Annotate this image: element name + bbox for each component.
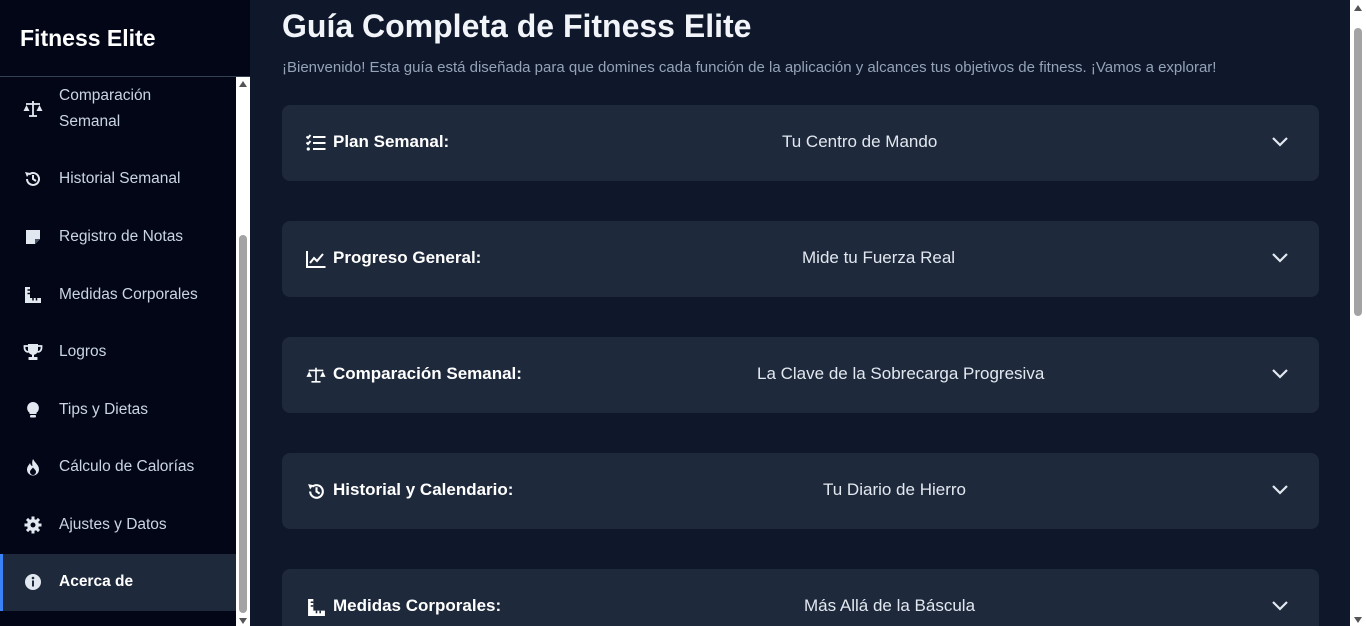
brand-header: Fitness Elite (0, 0, 250, 77)
gear-icon (23, 515, 43, 535)
sidebar-item-acerca-de[interactable]: Acerca de (0, 554, 236, 611)
lightbulb-icon (23, 400, 43, 420)
fire-icon (23, 457, 43, 477)
scale-icon (306, 365, 326, 385)
accordion-subtitle: Mide tu Fuerza Real (802, 248, 956, 267)
accordion-title: Medidas Corporales: (333, 596, 502, 615)
sidebar-item-label: Cálculo de Calorías (59, 458, 195, 475)
chart-line-icon (306, 249, 326, 269)
app-title: Fitness Elite (20, 24, 156, 51)
sidebar-scrollbar-thumb[interactable] (239, 235, 247, 613)
sidebar-item-calculo-calorias[interactable]: Cálculo de Calorías (0, 447, 236, 487)
scroll-down-arrow-icon[interactable] (1354, 617, 1362, 623)
chevron-down-icon[interactable] (1271, 251, 1289, 265)
scale-icon (23, 99, 43, 119)
chevron-down-icon[interactable] (1271, 367, 1289, 381)
accordion-medidas-corporales[interactable]: Medidas Corporales: Más Allá de la Báscu… (282, 569, 1319, 626)
sidebar-item-comparacion-semanal[interactable]: Comparación Semanal (0, 77, 236, 141)
sidebar-item-medidas-corporales[interactable]: Medidas Corporales (0, 275, 236, 315)
accordion-historial-calendario[interactable]: Historial y Calendario: Tu Diario de Hie… (282, 453, 1319, 529)
page-scrollbar-thumb[interactable] (1354, 28, 1362, 316)
sidebar-item-label: Acerca de (59, 573, 134, 590)
ruler-icon (23, 285, 43, 305)
sidebar-item-label: Logros (59, 343, 107, 360)
page-title: Guía Completa de Fitness Elite (282, 8, 752, 44)
accordion-plan-semanal[interactable]: Plan Semanal: Tu Centro de Mando (282, 105, 1319, 181)
sidebar-item-label: Comparación Semanal (59, 87, 152, 130)
scroll-down-arrow-icon[interactable] (239, 618, 247, 624)
sidebar-scrollbar[interactable] (236, 77, 250, 626)
chevron-down-icon[interactable] (1271, 135, 1289, 149)
scroll-up-arrow-icon[interactable] (1354, 5, 1362, 11)
sidebar-item-label: Medidas Corporales (59, 286, 198, 303)
accordion-subtitle: Tu Centro de Mando (782, 132, 938, 151)
info-icon (23, 572, 43, 592)
chevron-down-icon[interactable] (1271, 483, 1289, 497)
sidebar-item-ajustes-datos[interactable]: Ajustes y Datos (0, 505, 236, 545)
sidebar-item-label: Tips y Dietas (59, 401, 149, 418)
accordion-progreso-general[interactable]: Progreso General: Mide tu Fuerza Real (282, 221, 1319, 297)
ruler-icon (306, 597, 326, 617)
accordion-comparacion-semanal[interactable]: Comparación Semanal: La Clave de la Sobr… (282, 337, 1319, 413)
sidebar-item-label: Ajustes y Datos (59, 516, 167, 533)
accordion-subtitle: Más Allá de la Báscula (804, 596, 976, 615)
sidebar-item-tips-dietas[interactable]: Tips y Dietas (0, 390, 236, 430)
accordion-title: Plan Semanal: (333, 132, 450, 151)
accordion-title: Historial y Calendario: (333, 480, 514, 499)
intro-text: ¡Bienvenido! Esta guía está diseñada par… (282, 59, 1217, 76)
accordion-subtitle: Tu Diario de Hierro (823, 480, 966, 499)
sidebar-item-label: Historial Semanal (59, 170, 181, 187)
sidebar-item-logros[interactable]: Logros (0, 332, 236, 372)
note-icon (23, 227, 43, 247)
accordion-title: Progreso General: (333, 248, 482, 267)
page-scrollbar[interactable] (1350, 0, 1366, 626)
list-check-icon (306, 132, 326, 152)
sidebar: Fitness Elite Comparación Semanal Histor… (0, 0, 250, 626)
history-icon (23, 169, 43, 189)
sidebar-nav: Comparación Semanal Historial Semanal Re… (0, 77, 236, 626)
main-content: Guía Completa de Fitness Elite ¡Bienveni… (250, 0, 1350, 626)
scroll-up-arrow-icon[interactable] (239, 81, 247, 87)
accordion-title: Comparación Semanal: (333, 364, 522, 383)
trophy-icon (23, 342, 43, 362)
sidebar-item-registro-notas[interactable]: Registro de Notas (0, 217, 236, 257)
sidebar-item-historial-semanal[interactable]: Historial Semanal (0, 159, 236, 199)
accordion-subtitle: La Clave de la Sobrecarga Progresiva (757, 364, 1045, 383)
sidebar-item-label: Registro de Notas (59, 228, 184, 245)
chevron-down-icon[interactable] (1271, 599, 1289, 613)
history-icon (306, 481, 326, 501)
